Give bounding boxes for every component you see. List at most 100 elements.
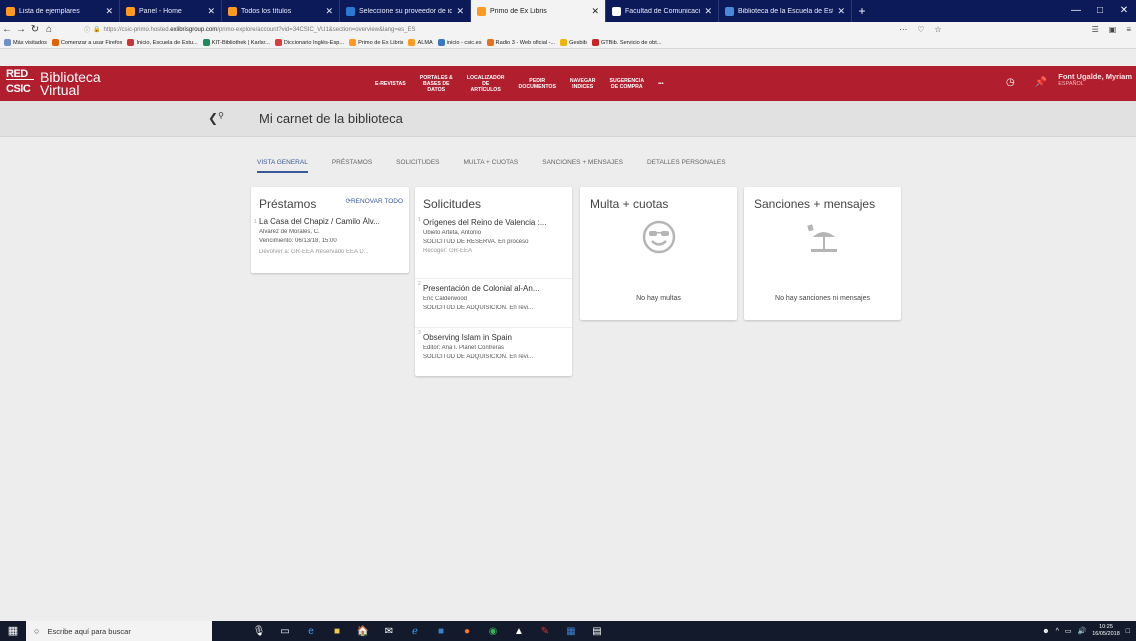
internet-explorer-icon[interactable]: ℯ (402, 626, 428, 637)
fines-card[interactable]: Multa + cuotas No hay multas (580, 187, 737, 320)
bookmark-star-icon[interactable]: ☆ (934, 25, 941, 34)
close-window-icon[interactable]: ✕ (1112, 0, 1136, 22)
pocket-icon[interactable]: ♡ (917, 25, 924, 34)
tab-close-icon[interactable]: ✕ (325, 6, 333, 17)
request-item[interactable]: 1 Orígenes del Reino de Valencia :... Ubie… (415, 215, 572, 254)
account-tab[interactable]: MULTA + CUOTAS (464, 159, 519, 173)
renew-all-button[interactable]: ⟳RENOVAR TODO (346, 197, 403, 205)
user-menu[interactable]: Font Ugalde, Myriam ESPAÑOL (1058, 72, 1132, 87)
brand-name[interactable]: Biblioteca Virtual (40, 70, 101, 97)
main-nav-item[interactable]: ••• (658, 81, 663, 87)
account-tab[interactable]: DETALLES PERSONALES (647, 159, 726, 173)
request-item[interactable]: 2 Presentación de Colonial al-An... Eric C… (415, 278, 572, 311)
tab-close-icon[interactable]: ✕ (207, 6, 215, 17)
browser-tab[interactable]: Primo de Ex Libris ✕ (471, 0, 606, 22)
word-icon[interactable]: ▦ (558, 626, 584, 637)
bookmark-label: Gesbib (569, 39, 587, 46)
bookmark-item[interactable]: inicio - csic.es (437, 39, 482, 46)
main-nav-item[interactable]: NAVEGAR INDICES (570, 78, 596, 90)
network-icon[interactable]: ▭ (1065, 627, 1072, 635)
sidebar-icon[interactable]: ▣ (1109, 25, 1117, 34)
bookmark-item[interactable]: GTBib. Servicio de obt... (591, 39, 662, 46)
url-bar[interactable]: ⓘ 🔒 https://csic-primo.hosted. exlibrisgr… (84, 23, 984, 36)
tray-chevron-icon[interactable]: ^ (1056, 628, 1059, 635)
back-chevron-icon[interactable]: ❮⚲ (208, 111, 224, 125)
forward-icon[interactable]: → (14, 24, 28, 35)
main-nav-item[interactable]: LOCALIZADOR DE ARTÍCULOS (467, 75, 505, 93)
chrome-icon[interactable]: ◉ (480, 626, 506, 637)
loan-item[interactable]: 1 La Casa del Chapiz / Camilo Álv... Álvar… (251, 217, 409, 255)
tab-close-icon[interactable]: ✕ (456, 6, 464, 17)
maps-icon[interactable]: ▲ (506, 626, 532, 637)
bookmark-item[interactable]: Radio 3 - Web oficial -... (486, 39, 555, 46)
paint-icon[interactable]: ✎ (532, 626, 558, 637)
red-csic-logo[interactable]: RED CSIC (6, 69, 34, 96)
info-icon[interactable]: ⓘ (84, 25, 90, 34)
browser-tab[interactable]: Lista de ejemplares ✕ (0, 0, 120, 22)
file-explorer-icon[interactable]: ■ (324, 626, 350, 637)
bookmark-item[interactable]: Primo de Ex Libris (349, 39, 403, 46)
home-icon[interactable]: ⌂ (42, 24, 56, 35)
main-nav-item[interactable]: PEDIR DOCUMENTOS (519, 78, 556, 90)
bookmark-item[interactable]: Gesbib (560, 39, 587, 46)
reload-icon[interactable]: ↻ (28, 24, 42, 35)
firefox-icon[interactable]: ● (454, 626, 480, 637)
bookmark-item[interactable]: KIT-Bibliothek | Karlsr... (202, 39, 270, 46)
bookmark-item[interactable]: ALMA (408, 39, 433, 46)
sanctions-card[interactable]: Sanciones + mensajes No hay sanciones ni… (744, 187, 901, 320)
bookmarks-toolbar: Más visitados Comenzar a usar Firefox Inic… (0, 37, 1136, 49)
minimize-icon[interactable]: — (1064, 0, 1088, 22)
main-nav-item[interactable]: PORTALES & BASES DE DATOS (420, 75, 453, 93)
pin-icon[interactable]: 📌 (1035, 77, 1047, 88)
taskbar-apps: 🎙 ▭ e ■ 🏠 ✉ ℯ ■ ● ◉ ▲ ✎ ▦ ▤ (246, 626, 610, 637)
back-icon[interactable]: ← (0, 24, 14, 35)
menu-icon[interactable]: ≡ (1126, 25, 1131, 34)
tab-close-icon[interactable]: ✕ (837, 6, 845, 17)
account-tab[interactable]: PRÉSTAMOS (332, 159, 372, 173)
edge-icon[interactable]: e (298, 626, 324, 637)
history-icon[interactable]: ◷ (1006, 77, 1015, 88)
bookmark-item[interactable]: Diccionario Inglés-Esp... (274, 39, 344, 46)
browser-tab[interactable]: Biblioteca de la Escuela de Est ✕ (719, 0, 852, 22)
request-item[interactable]: 3 Observing Islam in Spain Editor: Ana I. … (415, 327, 572, 360)
people-icon[interactable]: ☻ (1042, 628, 1049, 635)
page-actions-icon[interactable]: ⋯ (899, 25, 907, 34)
mail-icon[interactable]: ✉ (376, 626, 402, 637)
account-tab[interactable]: SANCIONES + MENSAJES (542, 159, 623, 173)
main-nav-item[interactable]: SUGERENCIA DE COMPRA (609, 78, 644, 90)
library-icon[interactable]: ☰ (1092, 25, 1099, 34)
store-icon[interactable]: 🏠 (350, 626, 376, 637)
account-tab[interactable]: VISTA GENERAL (257, 159, 308, 173)
windows-start-icon[interactable]: ▦ (0, 621, 26, 641)
new-tab-icon[interactable]: + (852, 0, 872, 22)
item-index: 3 (418, 330, 421, 336)
maximize-icon[interactable]: □ (1088, 0, 1112, 22)
taskbar-search-box[interactable]: ○ Escribe aquí para buscar (26, 621, 212, 641)
browser-tab[interactable]: Todos los títulos ✕ (222, 0, 340, 22)
request-title[interactable]: Presentación de Colonial al-An... (423, 284, 564, 293)
microphone-icon[interactable]: 🎙 (246, 626, 272, 637)
bookmark-item[interactable]: Inicio, Escuela de Estu... (127, 39, 198, 46)
outlook-icon[interactable]: ■ (428, 626, 454, 637)
account-tab[interactable]: SOLICITUDES (396, 159, 439, 173)
url-host: https://csic-primo.hosted. (103, 26, 171, 33)
calculator-icon[interactable]: ▤ (584, 626, 610, 637)
bookmark-item[interactable]: Más visitados (4, 39, 47, 46)
volume-icon[interactable]: 🔊 (1078, 627, 1087, 635)
bookmark-item[interactable]: Comenzar a usar Firefox (51, 39, 122, 46)
notifications-icon[interactable]: □ (1126, 628, 1130, 635)
clock[interactable]: 10:25 16/05/2018 (1092, 624, 1120, 638)
request-status: SOLICITUD DE RESERVA. En proceso (423, 239, 529, 245)
browser-tab[interactable]: Facultad de Comunicación y D ✕ (606, 0, 719, 22)
request-title[interactable]: Orígenes del Reino de Valencia :... (423, 218, 564, 227)
loan-title[interactable]: La Casa del Chapiz / Camilo Álv... (259, 217, 401, 226)
tab-close-icon[interactable]: ✕ (105, 6, 113, 17)
main-nav-item[interactable]: E-REVISTAS (375, 81, 406, 87)
tab-close-icon[interactable]: ✕ (704, 6, 712, 17)
browser-tab[interactable]: Panel - Home ✕ (120, 0, 222, 22)
language-label[interactable]: ESPAÑOL (1058, 81, 1132, 87)
task-view-icon[interactable]: ▭ (272, 626, 298, 637)
tab-close-icon[interactable]: ✕ (591, 6, 599, 17)
browser-tab[interactable]: Seleccione su proveedor de ide ✕ (340, 0, 471, 22)
request-title[interactable]: Observing Islam in Spain (423, 333, 564, 342)
